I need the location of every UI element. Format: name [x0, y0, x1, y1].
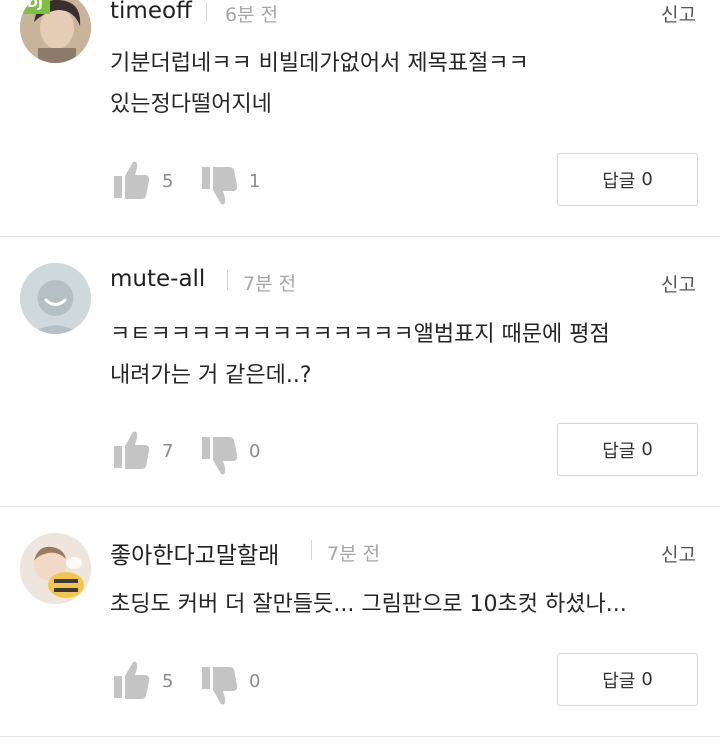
like-count: 5	[162, 171, 174, 192]
divider	[311, 540, 312, 560]
report-button[interactable]: 신고	[661, 270, 696, 297]
like-thumb-up-icon[interactable]	[113, 428, 151, 472]
dislike-count: 1	[249, 171, 261, 192]
dislike-thumb-down-icon[interactable]	[201, 664, 239, 708]
report-button[interactable]: 신고	[661, 0, 696, 27]
comment-time: 7분 전	[243, 273, 297, 295]
comment-time: 6분 전	[225, 4, 279, 26]
dislike-count: 0	[249, 671, 261, 692]
comment-text-line: 기분더럽네ㅋㅋ 비빌데가없어서 제목표절ㅋㅋ	[110, 51, 529, 76]
reply-label: 답글	[602, 440, 636, 462]
comment-text-line: 초딩도 커버 더 잘만들듯... 그림판으로 10초컷 하셨나...	[110, 592, 627, 617]
reply-count: 0	[641, 169, 653, 190]
dislike-count: 0	[249, 441, 261, 462]
dislike-thumb-down-icon[interactable]	[201, 434, 239, 478]
comment-text-line: 있는정다떨어지네	[110, 92, 272, 117]
like-count: 5	[162, 671, 174, 692]
comment-author[interactable]: 좋아한다고말할래	[110, 536, 279, 570]
divider	[227, 270, 228, 290]
comment-text-line: ㅋㅌㅋㅋㅋㅋㅋㅋㅋㅋㅋㅋㅋㅋㅋ앨범표지 때문에 평점	[110, 322, 610, 347]
comment-item: 좋아한다고말할래 7분 전 신고 초딩도 커버 더 잘만들듯... 그림판으로 …	[0, 506, 720, 737]
dislike-thumb-down-icon[interactable]	[201, 164, 239, 208]
reply-button[interactable]: 답글 0	[557, 423, 698, 476]
comment-item: DJ timeoff 6분 전 신고 기분더럽네ㅋㅋ 비빌데가없어서 제목표절ㅋ…	[0, 0, 720, 237]
comment-author[interactable]: mute-all	[110, 266, 205, 292]
default-user-avatar-icon	[20, 263, 91, 334]
reply-button[interactable]: 답글 0	[557, 653, 698, 706]
reply-button[interactable]: 답글 0	[557, 153, 698, 206]
like-thumb-up-icon[interactable]	[113, 658, 151, 702]
comment-text-line: 내려가는 거 같은데..?	[110, 363, 312, 388]
divider	[206, 2, 207, 22]
like-count: 7	[162, 441, 174, 462]
comment-author[interactable]: timeoff	[110, 0, 192, 24]
like-thumb-up-icon[interactable]	[113, 158, 151, 202]
comment-time: 7분 전	[327, 543, 381, 565]
reply-count: 0	[641, 439, 653, 460]
reply-label: 답글	[602, 170, 636, 192]
avatar[interactable]: DJ	[20, 0, 91, 63]
avatar[interactable]	[20, 533, 91, 604]
report-button[interactable]: 신고	[661, 540, 696, 567]
avatar-photo	[20, 533, 91, 604]
reply-label: 답글	[602, 670, 636, 692]
comment-item: mute-all 7분 전 신고 ㅋㅌㅋㅋㅋㅋㅋㅋㅋㅋㅋㅋㅋㅋㅋ앨범표지 때문에…	[0, 236, 720, 507]
reply-count: 0	[641, 669, 653, 690]
avatar[interactable]	[20, 263, 91, 334]
dj-badge: DJ	[20, 0, 50, 14]
